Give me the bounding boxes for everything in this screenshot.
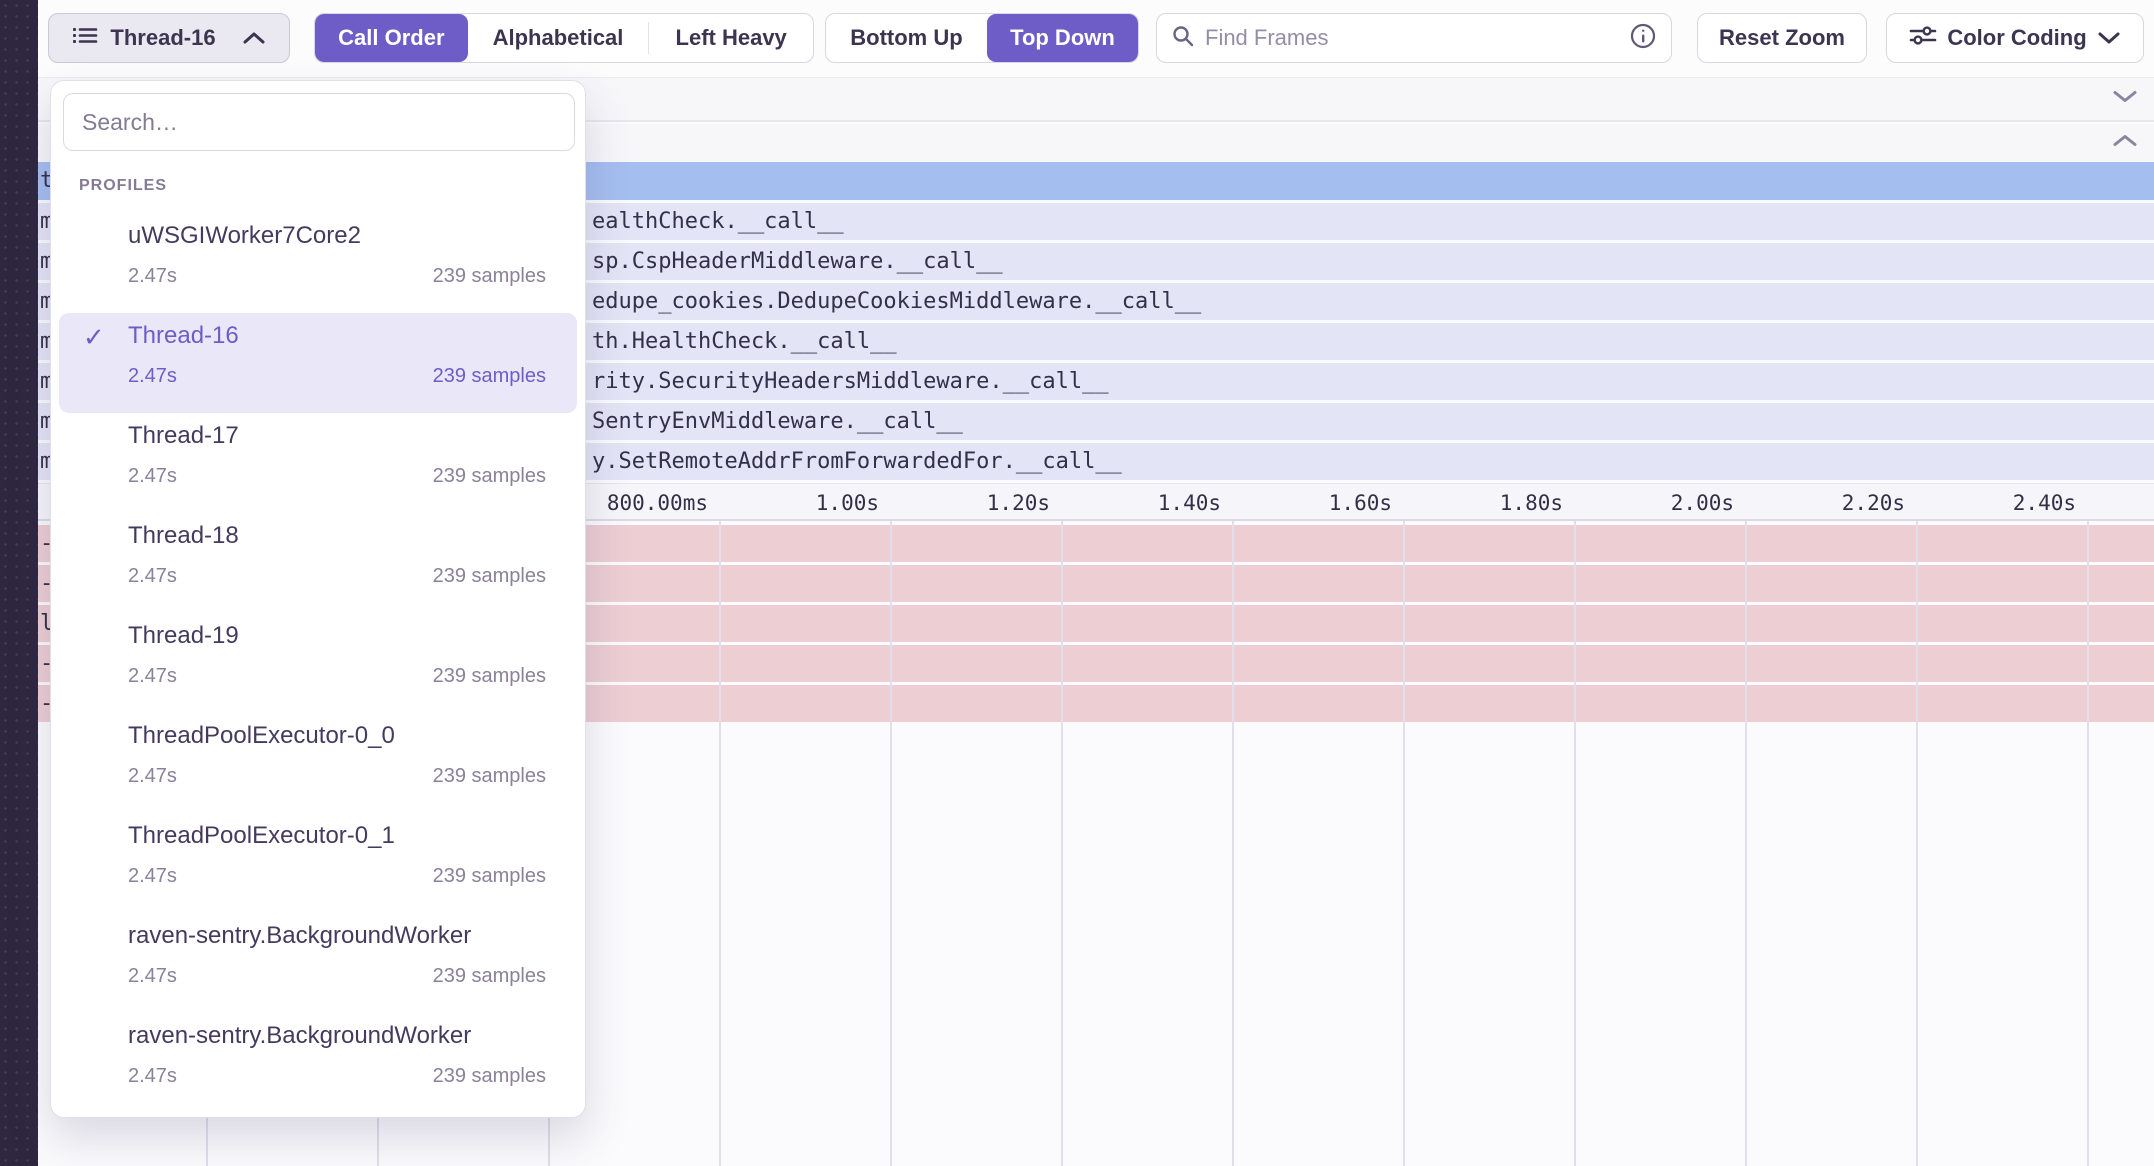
- chevron-up-icon: [242, 25, 266, 51]
- chevron-down-icon: [2097, 25, 2121, 51]
- profile-name: Thread-18: [128, 521, 546, 551]
- profile-samples: 239 samples: [433, 665, 546, 688]
- profile-samples: 239 samples: [433, 965, 546, 988]
- time-axis-tick: 2.20s: [1842, 484, 1905, 522]
- gridline: [1916, 521, 1918, 1166]
- app-sidebar: [0, 0, 38, 1166]
- profile-duration: 2.47s: [128, 365, 177, 388]
- gridline: [1403, 521, 1405, 1166]
- profile-samples: 239 samples: [433, 865, 546, 888]
- profile-item[interactable]: ✓ Thread-19 2.47s239 samples: [59, 613, 577, 713]
- profile-item-selected[interactable]: ✓ Thread-16 2.47s 239 samples: [59, 313, 577, 413]
- profile-name: raven-sentry.BackgroundWorker: [128, 921, 546, 951]
- profiles-dropdown: PROFILES ✓ uWSGIWorker7Core2 2.47s 239 sa…: [50, 80, 586, 1118]
- flame-frame-label: y.SetRemoteAddrFromForwardedFor.__call__: [592, 443, 1122, 480]
- segment-bottom-up[interactable]: Bottom Up: [826, 14, 987, 62]
- flame-frame-label: SentryEnvMiddleware.__call__: [592, 403, 963, 440]
- profile-duration: 2.47s: [128, 765, 177, 788]
- profile-duration: 2.47s: [128, 1065, 177, 1088]
- flame-frame-label: rity.SecurityHeadersMiddleware.__call__: [592, 363, 1109, 400]
- flame-frame-label: edupe_cookies.DedupeCookiesMiddleware.__…: [592, 283, 1201, 320]
- thread-selector-button[interactable]: Thread-16: [48, 13, 290, 63]
- profile-duration: 2.47s: [128, 965, 177, 988]
- gridline: [1232, 521, 1234, 1166]
- gridline: [719, 521, 721, 1166]
- gridline: [1574, 521, 1576, 1166]
- gridline: [1745, 521, 1747, 1166]
- flame-frame-label: ealthCheck.__call__: [592, 203, 844, 240]
- color-coding-label: Color Coding: [1947, 25, 2086, 51]
- profile-samples: 239 samples: [433, 765, 546, 788]
- find-frames-field: [1156, 13, 1672, 63]
- segment-left-heavy[interactable]: Left Heavy: [649, 14, 813, 62]
- profile-item[interactable]: ✓ raven-sentry.BackgroundWorker 2.47s239…: [59, 913, 577, 1013]
- find-frames-input[interactable]: [1205, 25, 1619, 51]
- profile-duration: 2.47s: [128, 865, 177, 888]
- profiles-section-label: PROFILES: [79, 177, 167, 195]
- profiles-list: ✓ uWSGIWorker7Core2 2.47s 239 samples ✓ T…: [51, 213, 585, 1113]
- profile-samples: 239 samples: [433, 1065, 546, 1088]
- thread-list-icon: [72, 23, 98, 53]
- time-axis-tick: 1.60s: [1329, 484, 1392, 522]
- profile-name: uWSGIWorker7Core2: [128, 221, 546, 251]
- profile-duration: 2.47s: [128, 265, 177, 288]
- profiles-search-input[interactable]: [63, 93, 575, 151]
- profile-samples: 239 samples: [433, 465, 546, 488]
- toolbar: Thread-16 Call Order Alphabetical Left H…: [38, 0, 2154, 77]
- chevron-down-icon[interactable]: [2112, 89, 2138, 110]
- segment-alphabetical[interactable]: Alphabetical: [468, 14, 649, 62]
- gridline: [1061, 521, 1063, 1166]
- time-axis-tick: 1.20s: [987, 484, 1050, 522]
- info-icon[interactable]: [1629, 22, 1657, 55]
- profile-item[interactable]: ✓ ThreadPoolExecutor-0_0 2.47s239 sample…: [59, 713, 577, 813]
- sliders-icon: [1909, 23, 1937, 53]
- time-axis-tick: 1.00s: [816, 484, 879, 522]
- search-icon: [1171, 24, 1195, 53]
- profile-item[interactable]: ✓ uWSGIWorker7Core2 2.47s239 samples: [59, 213, 577, 313]
- time-axis-tick: 1.80s: [1500, 484, 1563, 522]
- sort-segmented-control: Call Order Alphabetical Left Heavy: [314, 13, 814, 63]
- profile-duration: 2.47s: [128, 565, 177, 588]
- flame-frame-label: th.HealthCheck.__call__: [592, 323, 897, 360]
- profile-name: Thread-17: [128, 421, 546, 451]
- segment-call-order[interactable]: Call Order: [315, 14, 468, 62]
- reset-zoom-button[interactable]: Reset Zoom: [1697, 13, 1867, 63]
- profile-name: Thread-16: [128, 321, 546, 351]
- profile-item[interactable]: ✓ Thread-17 2.47s239 samples: [59, 413, 577, 513]
- gridline: [2087, 521, 2089, 1166]
- time-axis-tick: 2.00s: [1671, 484, 1734, 522]
- profiler-screen: t m ealthCheck.__call__ m sp.CspHeaderMi…: [0, 0, 2154, 1166]
- time-axis-tick: 800.00ms: [607, 484, 708, 522]
- profile-name: raven-sentry.BackgroundWorker: [128, 1021, 546, 1051]
- gridline: [890, 521, 892, 1166]
- profile-samples: 239 samples: [433, 265, 546, 288]
- flame-frame-label: sp.CspHeaderMiddleware.__call__: [592, 243, 1003, 280]
- profile-name: Thread-19: [128, 621, 546, 651]
- profile-name: ThreadPoolExecutor-0_1: [128, 821, 546, 851]
- profile-samples: 239 samples: [433, 365, 546, 388]
- thread-selector-label: Thread-16: [110, 25, 215, 51]
- profile-duration: 2.47s: [128, 665, 177, 688]
- profile-duration: 2.47s: [128, 465, 177, 488]
- profile-item[interactable]: ✓ ThreadPoolExecutor-0_1 2.47s239 sample…: [59, 813, 577, 913]
- profile-item[interactable]: ✓ raven-sentry.BackgroundWorker 2.47s239…: [59, 1013, 577, 1113]
- direction-segmented-control: Bottom Up Top Down: [825, 13, 1139, 63]
- chevron-up-icon[interactable]: [2112, 133, 2138, 154]
- profile-name: ThreadPoolExecutor-0_0: [128, 721, 546, 751]
- time-axis-tick: 1.40s: [1158, 484, 1221, 522]
- time-axis-tick: 2.40s: [2013, 484, 2076, 522]
- segment-top-down[interactable]: Top Down: [987, 14, 1138, 62]
- check-icon: ✓: [83, 322, 105, 353]
- profile-samples: 239 samples: [433, 565, 546, 588]
- profile-item[interactable]: ✓ Thread-18 2.47s239 samples: [59, 513, 577, 613]
- color-coding-button[interactable]: Color Coding: [1886, 13, 2144, 63]
